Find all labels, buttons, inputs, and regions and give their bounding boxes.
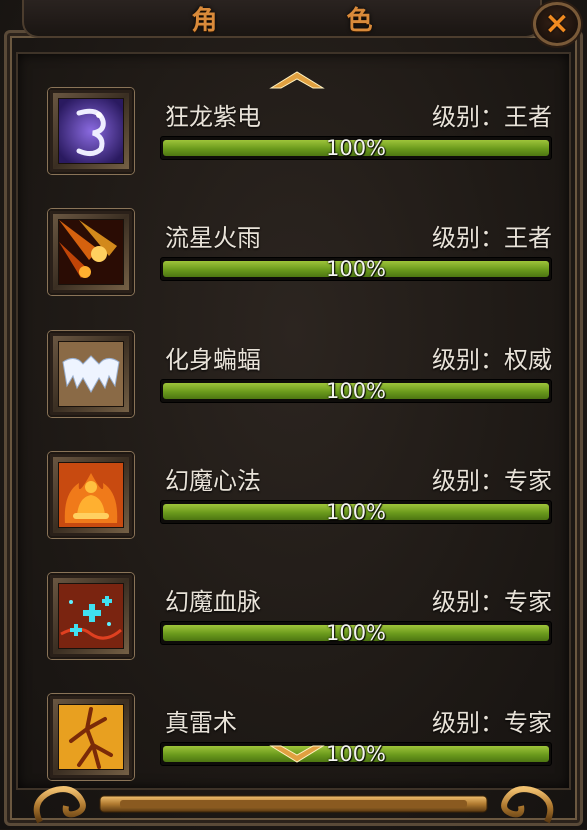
bottom-ornament xyxy=(30,782,557,826)
skill-level: 级别：王者 xyxy=(432,103,552,131)
title-bar: 角 色 xyxy=(22,0,542,38)
close-button[interactable]: × xyxy=(533,2,581,46)
character-skills-panel: 角 色 × 狂龙紫电 级别：王者 100% 流星火雨 级别：王者 100% 化身… xyxy=(0,0,587,829)
scroll-up-arrow-icon[interactable] xyxy=(265,68,329,90)
skill-icon-frame xyxy=(48,452,134,538)
skill-level: 级别：专家 xyxy=(432,467,552,495)
meteor-fire-rain-icon xyxy=(58,219,124,285)
window-title: 角 色 xyxy=(191,5,433,36)
skill-progress-bar: 100% xyxy=(160,742,552,766)
blood-vessel-cross-icon xyxy=(58,583,124,649)
skill-progress-text: 100% xyxy=(325,257,387,281)
skill-name: 幻魔心法 xyxy=(165,467,261,495)
close-icon: × xyxy=(544,6,570,41)
bat-wings-icon xyxy=(58,341,124,407)
skill-progress-text: 100% xyxy=(325,500,387,524)
skill-icon-frame xyxy=(48,88,134,174)
skill-progress-text: 100% xyxy=(325,136,387,160)
skill-progress-bar: 100% xyxy=(160,500,552,524)
skill-name: 真雷术 xyxy=(165,709,237,737)
skill-icon-frame xyxy=(48,573,134,659)
skill-icon-frame xyxy=(48,694,134,780)
skill-progress-bar: 100% xyxy=(160,257,552,281)
skill-icon-frame xyxy=(48,209,134,295)
skill-level: 级别：专家 xyxy=(432,588,552,616)
skill-name: 流星火雨 xyxy=(165,224,261,252)
skill-progress-text: 100% xyxy=(325,379,387,403)
skill-row[interactable]: 幻魔血脉 级别：专家 100% xyxy=(0,573,587,694)
skill-level: 级别：专家 xyxy=(432,709,552,737)
skill-name: 狂龙紫电 xyxy=(165,103,261,131)
skill-row[interactable]: 幻魔心法 级别：专家 100% xyxy=(0,452,587,573)
skill-progress-text: 100% xyxy=(325,742,387,766)
skill-name: 幻魔血脉 xyxy=(165,588,261,616)
skill-progress-bar: 100% xyxy=(160,136,552,160)
skill-row[interactable]: 狂龙紫电 级别：王者 100% xyxy=(0,88,587,209)
thunder-branch-icon xyxy=(58,704,124,770)
skill-progress-text: 100% xyxy=(325,621,387,645)
purple-dragon-lightning-icon xyxy=(58,98,124,164)
skill-level: 级别：王者 xyxy=(432,224,552,252)
skill-progress-bar: 100% xyxy=(160,379,552,403)
skill-icon-frame xyxy=(48,331,134,417)
meditating-flame-icon xyxy=(58,462,124,528)
skill-name: 化身蝙蝠 xyxy=(165,346,261,374)
skill-row[interactable]: 化身蝙蝠 级别：权威 100% xyxy=(0,331,587,452)
skill-level: 级别：权威 xyxy=(432,346,552,374)
skill-row[interactable]: 流星火雨 级别：王者 100% xyxy=(0,209,587,330)
skill-progress-bar: 100% xyxy=(160,621,552,645)
scroll-down-arrow-icon[interactable] xyxy=(265,744,329,766)
